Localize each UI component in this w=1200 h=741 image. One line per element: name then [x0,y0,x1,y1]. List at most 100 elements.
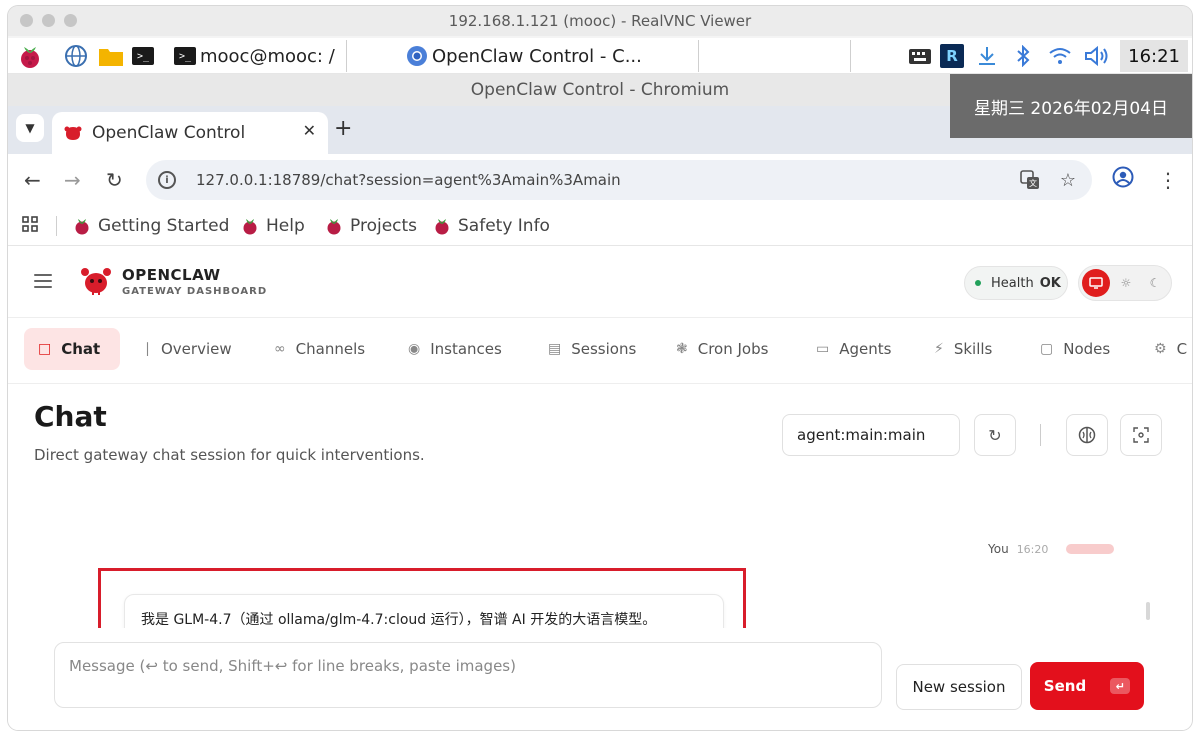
download-icon[interactable] [976,42,998,70]
moon-icon[interactable]: ☾ [1141,269,1169,297]
raspberry-icon [435,219,449,235]
user-message-time: 16:20 [1016,543,1049,556]
taskbar-divider [698,40,699,72]
raspberry-icon [75,219,89,235]
address-bar[interactable]: i 127.0.0.1:18789/chat?session=agent%3Am… [146,160,1092,200]
nav-tabs: □ Chat ∣ Overview ∞ Channels ◉ Instances… [8,318,1192,384]
wifi-icon[interactable] [1048,42,1072,70]
refresh-button[interactable]: ↻ [974,414,1016,456]
gear-icon: ⚙ [1154,341,1167,357]
tab-chat[interactable]: □ Chat [24,328,120,370]
bookmark-getting-started[interactable]: Getting Started [74,216,229,236]
profile-avatar-icon[interactable] [1112,166,1134,193]
translate-icon[interactable]: 文 [1020,170,1040,195]
tab-label: Channels [295,340,366,358]
tab-search-button[interactable]: ▼ [16,114,44,142]
address-url: 127.0.0.1:18789/chat?session=agent%3Amai… [196,171,621,189]
taskbar-chromium-label: OpenClaw Control - C... [432,45,642,67]
date-tooltip: 星期三 2026年02月04日 [950,74,1192,138]
bookmarks-divider [56,216,57,236]
brain-icon [1078,426,1096,444]
raspberry-menu-icon[interactable] [18,42,42,70]
taskbar-terminal-label: mooc@mooc: / [200,45,335,67]
bluetooth-icon[interactable] [1014,42,1032,70]
more-menu-icon[interactable]: ⋮ [1158,168,1178,192]
apps-grid-icon[interactable] [22,216,38,232]
taskbar-terminal-task[interactable]: >_ mooc@mooc: / [174,42,335,70]
monitor-theme-icon[interactable] [1082,269,1110,297]
forward-arrow-icon[interactable]: → [64,168,81,192]
new-session-button[interactable]: New session [896,664,1022,710]
vnc-window-title: 192.168.1.121 (mooc) - RealVNC Viewer [448,12,752,30]
bookmark-label: Safety Info [458,216,550,236]
bar-chart-icon: ∣ [144,341,151,357]
app-header: OPENCLAW GATEWAY DASHBOARD Health OK ☼ ☾ [8,246,1192,318]
tab-channels[interactable]: ∞ Channels [260,328,379,370]
tab-label: Nodes [1063,340,1111,358]
tab-nodes[interactable]: ▢ Nodes [1026,328,1124,370]
link-icon: ∞ [274,341,286,357]
chromium-icon [407,46,427,66]
message-input[interactable]: Message (↩ to send, Shift+↩ for line bre… [54,642,882,708]
raspberry-icon [327,219,341,235]
tab-label: Sessions [571,340,637,358]
chat-thread: You 16:20 我是 GLM-4.7（通过 ollama/glm-4.7:cl… [8,486,1192,628]
vnc-title-bar: 192.168.1.121 (mooc) - RealVNC Viewer [8,6,1192,36]
annotation-highlight-box [98,568,746,628]
new-tab-icon[interactable]: + [334,116,352,141]
bookmark-star-icon[interactable]: ☆ [1060,170,1076,191]
sun-icon[interactable]: ☼ [1112,269,1140,297]
bookmark-projects[interactable]: Projects [326,216,417,236]
tab-instances[interactable]: ◉ Instances [394,328,516,370]
user-sender-label: You [988,542,1009,556]
chat-icon: □ [38,341,52,357]
focus-mode-button[interactable] [1120,414,1162,456]
hamburger-menu-icon[interactable] [34,274,52,288]
terminal-icon: >_ [174,47,196,65]
health-status-badge: Health OK [964,266,1068,300]
folder-icon[interactable] [98,42,124,70]
openclaw-favicon-icon [64,126,82,140]
svg-text:文: 文 [1029,178,1037,188]
keyboard-icon[interactable] [908,42,932,70]
tab-config[interactable]: ⚙ C [1140,328,1192,370]
taskbar-chromium-task[interactable]: OpenClaw Control - C... [406,42,642,70]
volume-icon[interactable] [1084,42,1110,70]
thinking-toggle-button[interactable] [1066,414,1108,456]
globe-icon[interactable] [64,42,88,70]
send-button[interactable]: Send ↵ [1030,662,1144,710]
tab-label: Agents [839,340,892,358]
tab-overview[interactable]: ∣ Overview [130,328,246,370]
browser-toolbar: ← → ↻ i 127.0.0.1:18789/chat?session=age… [8,154,1192,206]
reload-icon[interactable]: ↻ [106,168,123,192]
terminal-icon[interactable]: >_ [132,42,154,70]
close-tab-icon[interactable]: ✕ [303,121,316,140]
page-title: Chat [34,400,107,433]
screenshot-frame: 192.168.1.121 (mooc) - RealVNC Viewer >_… [0,0,1200,741]
tab-skills[interactable]: ⚡ Skills [920,328,1006,370]
taskbar-divider [346,40,347,72]
bookmark-label: Projects [350,216,418,236]
browser-tab-openclaw[interactable]: OpenClaw Control ✕ [52,112,328,154]
chat-scrollbar[interactable] [1146,602,1150,620]
taskbar-clock[interactable]: 16:21 [1120,40,1188,72]
session-key-select[interactable]: agent:main:main [782,414,960,456]
toolbar-divider [1040,424,1041,446]
brand-subtitle: GATEWAY DASHBOARD [122,286,268,297]
bookmark-label: Help [266,216,305,236]
monitor-icon: ▢ [1040,341,1054,357]
tab-label: Chat [61,340,101,358]
vnc-server-icon[interactable]: R [940,42,964,70]
loader-icon: ❃ [676,341,688,357]
back-arrow-icon[interactable]: ← [24,168,41,192]
bookmark-safety-info[interactable]: Safety Info [434,216,550,236]
bookmark-help[interactable]: Help [242,216,305,236]
taskbar: >_ >_ mooc@mooc: / OpenClaw Control - C.… [8,38,1192,74]
tab-sessions[interactable]: ▤ Sessions [534,328,650,370]
enter-key-icon: ↵ [1110,678,1131,694]
tab-cron-jobs[interactable]: ❃ Cron Jobs [662,328,782,370]
site-info-icon[interactable]: i [158,171,176,189]
health-status: OK [1039,275,1061,291]
openclaw-app: OPENCLAW GATEWAY DASHBOARD Health OK ☼ ☾… [8,246,1192,730]
tab-agents[interactable]: ▭ Agents [802,328,905,370]
